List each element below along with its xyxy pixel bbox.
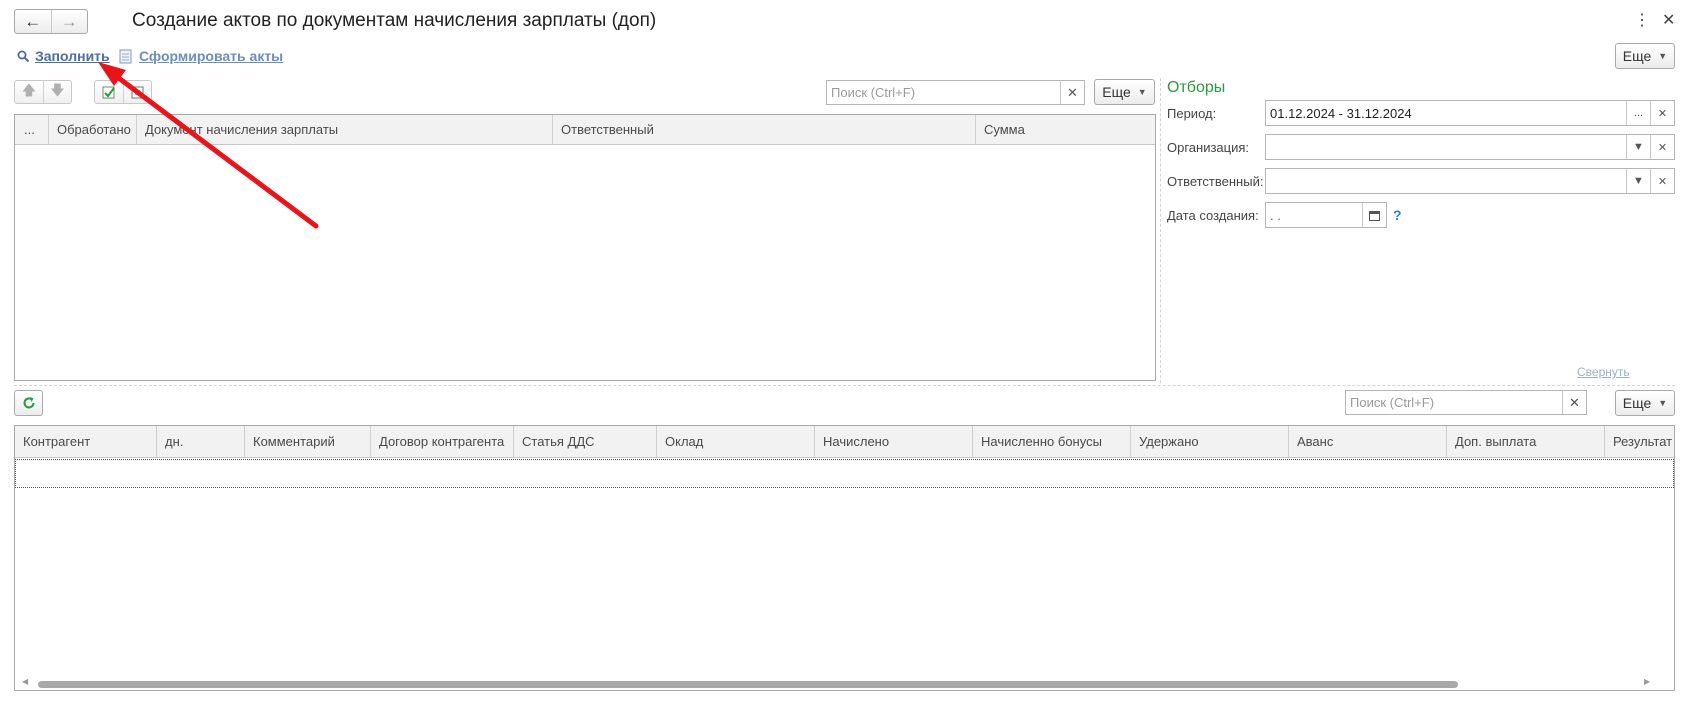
annotation-arrow [98,62,319,229]
